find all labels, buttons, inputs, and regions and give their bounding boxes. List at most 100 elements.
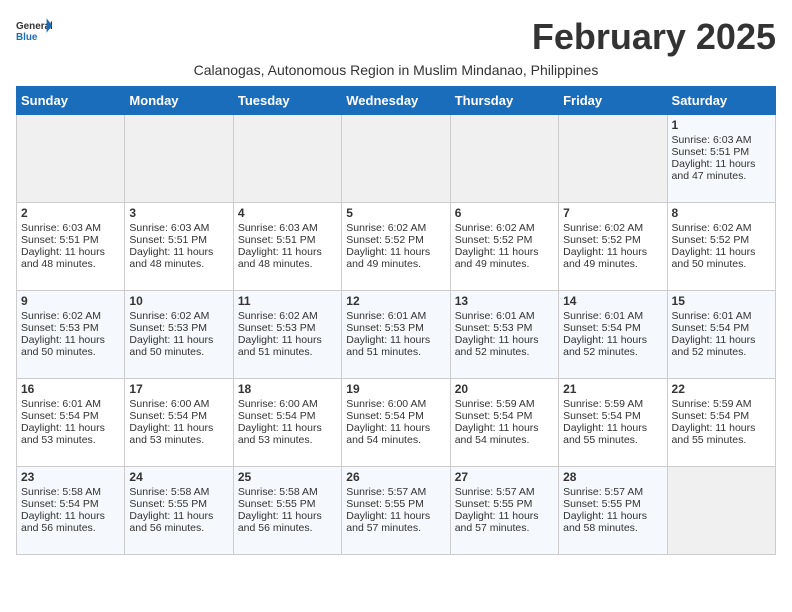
calendar-cell: [667, 467, 775, 555]
calendar-cell: 27Sunrise: 5:57 AMSunset: 5:55 PMDayligh…: [450, 467, 558, 555]
day-info: Sunrise: 6:02 AM: [21, 310, 120, 322]
day-info: Sunrise: 5:59 AM: [455, 398, 554, 410]
calendar-cell: 24Sunrise: 5:58 AMSunset: 5:55 PMDayligh…: [125, 467, 233, 555]
day-info: Sunrise: 6:03 AM: [129, 222, 228, 234]
weekday-header-thursday: Thursday: [450, 87, 558, 115]
calendar-cell: 4Sunrise: 6:03 AMSunset: 5:51 PMDaylight…: [233, 203, 341, 291]
calendar-cell: 1Sunrise: 6:03 AMSunset: 5:51 PMDaylight…: [667, 115, 775, 203]
calendar-cell: 14Sunrise: 6:01 AMSunset: 5:54 PMDayligh…: [559, 291, 667, 379]
day-info: Sunset: 5:51 PM: [672, 146, 771, 158]
day-number: 9: [21, 294, 120, 308]
day-info: Sunset: 5:54 PM: [129, 410, 228, 422]
day-number: 17: [129, 382, 228, 396]
day-info: Daylight: 11 hours and 50 minutes.: [21, 334, 120, 358]
day-info: Daylight: 11 hours and 54 minutes.: [455, 422, 554, 446]
day-info: Daylight: 11 hours and 55 minutes.: [563, 422, 662, 446]
day-number: 22: [672, 382, 771, 396]
day-info: Sunrise: 6:01 AM: [21, 398, 120, 410]
day-info: Daylight: 11 hours and 52 minutes.: [455, 334, 554, 358]
day-info: Sunrise: 6:00 AM: [346, 398, 445, 410]
day-info: Sunset: 5:54 PM: [563, 322, 662, 334]
calendar-cell: 9 Sunrise: 6:02 AMSunset: 5:53 PMDaylight…: [17, 291, 125, 379]
day-info: Daylight: 11 hours and 53 minutes.: [21, 422, 120, 446]
day-info: Sunset: 5:53 PM: [455, 322, 554, 334]
day-info: Sunset: 5:55 PM: [129, 498, 228, 510]
day-info: Daylight: 11 hours and 53 minutes.: [129, 422, 228, 446]
calendar-cell: 8Sunrise: 6:02 AMSunset: 5:52 PMDaylight…: [667, 203, 775, 291]
weekday-header-saturday: Saturday: [667, 87, 775, 115]
day-number: 18: [238, 382, 337, 396]
day-info: Sunrise: 6:01 AM: [672, 310, 771, 322]
day-info: Sunrise: 6:01 AM: [455, 310, 554, 322]
calendar-cell: 13Sunrise: 6:01 AMSunset: 5:53 PMDayligh…: [450, 291, 558, 379]
calendar-cell: 25Sunrise: 5:58 AMSunset: 5:55 PMDayligh…: [233, 467, 341, 555]
day-info: Sunset: 5:53 PM: [238, 322, 337, 334]
day-number: 15: [672, 294, 771, 308]
day-number: 7: [563, 206, 662, 220]
day-info: Sunset: 5:54 PM: [455, 410, 554, 422]
day-info: Sunrise: 6:02 AM: [455, 222, 554, 234]
weekday-header-tuesday: Tuesday: [233, 87, 341, 115]
day-info: Sunrise: 5:59 AM: [672, 398, 771, 410]
day-number: 14: [563, 294, 662, 308]
day-info: Sunset: 5:54 PM: [672, 410, 771, 422]
day-info: Daylight: 11 hours and 56 minutes.: [129, 510, 228, 534]
calendar-cell: 19Sunrise: 6:00 AMSunset: 5:54 PMDayligh…: [342, 379, 450, 467]
svg-text:Blue: Blue: [16, 32, 38, 43]
day-number: 8: [672, 206, 771, 220]
day-info: Sunrise: 5:58 AM: [238, 486, 337, 498]
day-info: Sunset: 5:51 PM: [238, 234, 337, 246]
day-info: Sunset: 5:53 PM: [21, 322, 120, 334]
day-info: Sunset: 5:54 PM: [563, 410, 662, 422]
day-info: Daylight: 11 hours and 49 minutes.: [346, 246, 445, 270]
day-number: 12: [346, 294, 445, 308]
calendar-cell: 16Sunrise: 6:01 AMSunset: 5:54 PMDayligh…: [17, 379, 125, 467]
day-info: Sunset: 5:55 PM: [346, 498, 445, 510]
day-info: Sunset: 5:55 PM: [238, 498, 337, 510]
calendar-cell: 23Sunrise: 5:58 AMSunset: 5:54 PMDayligh…: [17, 467, 125, 555]
day-info: Daylight: 11 hours and 49 minutes.: [455, 246, 554, 270]
day-number: 28: [563, 470, 662, 484]
day-info: Sunrise: 6:01 AM: [346, 310, 445, 322]
calendar-cell: 21Sunrise: 5:59 AMSunset: 5:54 PMDayligh…: [559, 379, 667, 467]
day-number: 11: [238, 294, 337, 308]
calendar-cell: [125, 115, 233, 203]
day-info: Daylight: 11 hours and 49 minutes.: [563, 246, 662, 270]
day-info: Sunset: 5:54 PM: [21, 410, 120, 422]
calendar-cell: [342, 115, 450, 203]
weekday-header-wednesday: Wednesday: [342, 87, 450, 115]
day-info: Daylight: 11 hours and 48 minutes.: [129, 246, 228, 270]
day-info: Sunrise: 6:03 AM: [238, 222, 337, 234]
day-number: 21: [563, 382, 662, 396]
day-number: 2: [21, 206, 120, 220]
day-info: Sunrise: 5:58 AM: [129, 486, 228, 498]
day-info: Sunset: 5:51 PM: [21, 234, 120, 246]
day-info: Daylight: 11 hours and 53 minutes.: [238, 422, 337, 446]
calendar-cell: 17 Sunrise: 6:00 AMSunset: 5:54 PMDayligh…: [125, 379, 233, 467]
calendar-table: SundayMondayTuesdayWednesdayThursdayFrid…: [16, 86, 776, 555]
day-info: Sunrise: 6:00 AM: [129, 398, 228, 410]
day-info: Sunrise: 5:57 AM: [563, 486, 662, 498]
day-info: Sunrise: 6:03 AM: [672, 134, 771, 146]
day-info: Sunset: 5:52 PM: [563, 234, 662, 246]
calendar-cell: [450, 115, 558, 203]
day-info: Sunset: 5:54 PM: [672, 322, 771, 334]
calendar-cell: [559, 115, 667, 203]
logo: General Blue: [16, 16, 52, 44]
calendar-cell: 7Sunrise: 6:02 AMSunset: 5:52 PMDaylight…: [559, 203, 667, 291]
day-info: Sunrise: 5:58 AM: [21, 486, 120, 498]
day-info: Sunset: 5:52 PM: [455, 234, 554, 246]
calendar-cell: 10Sunrise: 6:02 AMSunset: 5:53 PMDayligh…: [125, 291, 233, 379]
day-number: 27: [455, 470, 554, 484]
day-info: Sunset: 5:53 PM: [129, 322, 228, 334]
weekday-header-sunday: Sunday: [17, 87, 125, 115]
day-info: Sunrise: 6:02 AM: [238, 310, 337, 322]
month-title: February 2025: [532, 16, 776, 58]
day-number: 6: [455, 206, 554, 220]
day-number: 10: [129, 294, 228, 308]
calendar-cell: 15Sunrise: 6:01 AMSunset: 5:54 PMDayligh…: [667, 291, 775, 379]
day-info: Sunrise: 6:03 AM: [21, 222, 120, 234]
calendar-cell: 2Sunrise: 6:03 AMSunset: 5:51 PMDaylight…: [17, 203, 125, 291]
day-info: Daylight: 11 hours and 48 minutes.: [238, 246, 337, 270]
day-info: Daylight: 11 hours and 50 minutes.: [129, 334, 228, 358]
